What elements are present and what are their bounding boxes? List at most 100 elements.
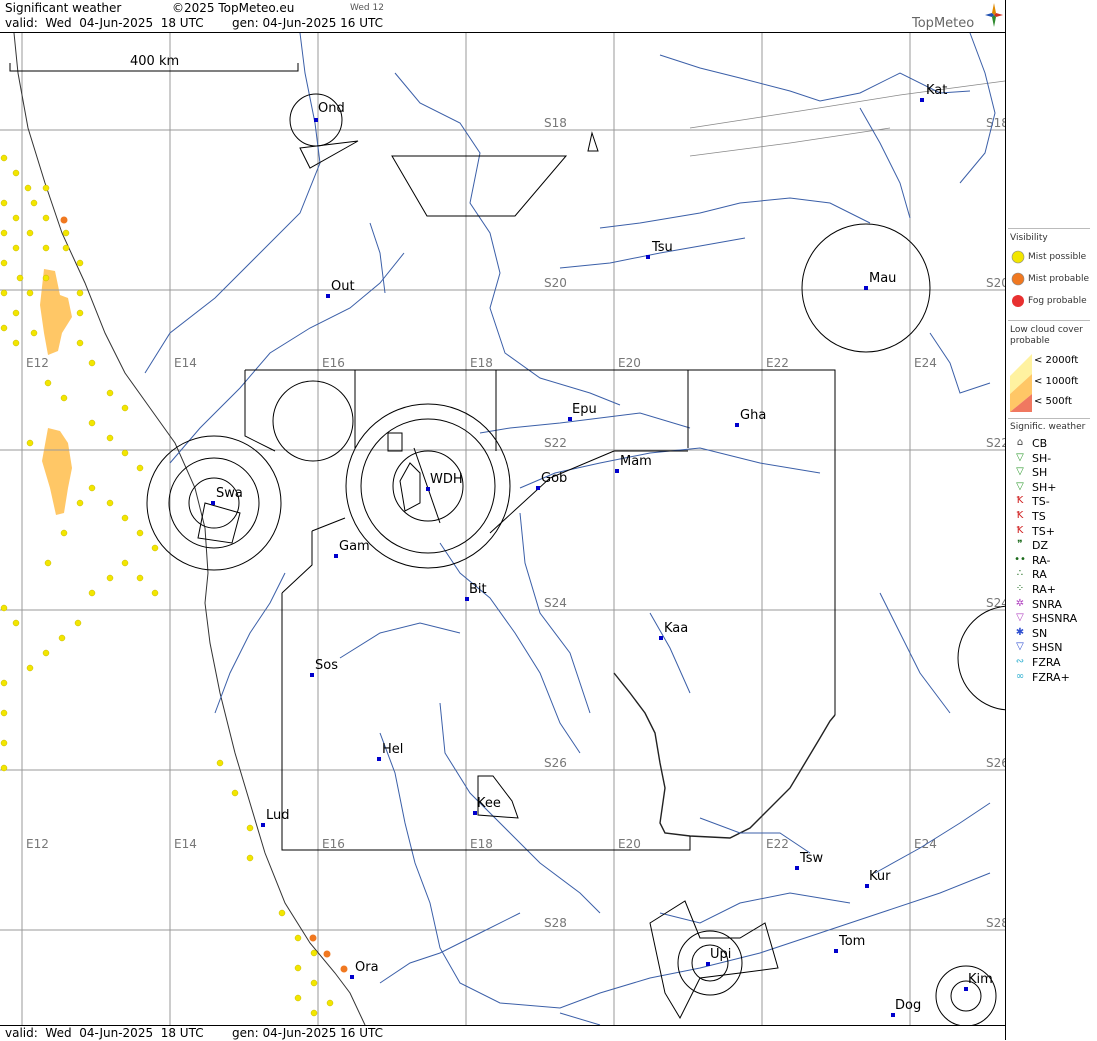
compass-logo-icon (985, 3, 1003, 27)
legend-weather-label: SHSN (1032, 641, 1063, 655)
longitude-labels: E12 E14 E16 E18 E20 E22 E24 E12 E14 E16 … (26, 356, 937, 851)
lat-lon-grid (0, 33, 1005, 1025)
lat-label: S20 (986, 276, 1005, 290)
thunderstorm-light-icon: Ꝁ (1016, 495, 1024, 507)
place-label: Upi (710, 947, 731, 962)
place-tsu[interactable]: Tsu (646, 240, 673, 259)
drizzle-icon: ❞ (1017, 539, 1023, 551)
low-cloud-gradient-icon (1010, 354, 1032, 412)
legend-weather-label: RA (1032, 568, 1047, 582)
snow-shower-icon: ▽ (1016, 641, 1024, 653)
place-hel[interactable]: Hel (377, 742, 403, 761)
lon-label: E16 (322, 356, 345, 370)
country-border (613, 672, 836, 839)
place-marker-icon (473, 811, 477, 815)
place-marker-icon (646, 255, 650, 259)
lon-label: E24 (914, 356, 937, 370)
chart-title: Significant weather (5, 1, 122, 15)
legend-weather-label: FZRA (1032, 656, 1061, 669)
valid-time: valid: Wed 04-Jun-2025 18 UTC (5, 16, 204, 30)
place-mam[interactable]: Mam (615, 454, 652, 473)
legend-cloud-1000: < 1000ft (1034, 376, 1079, 387)
mist-possible-icon (1011, 250, 1025, 264)
place-bit[interactable]: Bit (465, 582, 487, 601)
lat-label: S26 (986, 756, 1005, 770)
legend-cloud-2000: < 2000ft (1034, 355, 1079, 366)
place-gam[interactable]: Gam (334, 539, 370, 558)
place-label: Gam (339, 539, 370, 554)
place-label: Kat (926, 83, 947, 98)
place-marker-icon (659, 636, 663, 640)
scale-bar: 400 km (9, 54, 299, 72)
legend-weather-label: RA- (1032, 553, 1051, 567)
place-label: Kur (869, 869, 891, 884)
place-marker-icon (706, 962, 710, 966)
place-swa[interactable]: Swa (211, 486, 243, 505)
shower-heavy-icon: ▽ (1016, 480, 1024, 492)
place-marker-icon (568, 417, 572, 421)
lon-label: E14 (174, 356, 197, 370)
place-marker-icon (314, 118, 318, 122)
place-lud[interactable]: Lud (261, 808, 290, 827)
scale-label: 400 km (130, 54, 179, 69)
place-label: Epu (572, 402, 597, 417)
weather-map[interactable]: E12 E14 E16 E18 E20 E22 E24 E12 E14 E16 … (0, 33, 1005, 1025)
brand-name: TopMeteo (912, 16, 975, 31)
lon-label: E20 (618, 837, 641, 851)
place-epu[interactable]: Epu (568, 402, 597, 421)
footer-generated-time: gen: 04-Jun-2025 16 UTC (232, 1026, 384, 1040)
place-dog[interactable]: Dog (891, 998, 921, 1017)
fog-probable-icon (1012, 295, 1024, 307)
place-label: Mam (620, 454, 652, 469)
place-sos[interactable]: Sos (310, 658, 338, 677)
place-ora[interactable]: Ora (350, 960, 379, 979)
place-label: Tsu (651, 240, 673, 255)
place-label: Lud (266, 808, 290, 823)
place-mau[interactable]: Mau (864, 271, 896, 290)
place-tom[interactable]: Tom (834, 934, 865, 953)
place-out[interactable]: Out (326, 279, 355, 298)
place-marker-icon (211, 501, 215, 505)
place-label: Swa (216, 486, 243, 501)
place-tsw[interactable]: Tsw (795, 851, 824, 870)
place-kee[interactable]: Kee (473, 796, 501, 815)
legend-weather-label: SH+ (1032, 480, 1057, 494)
place-label: Tom (838, 934, 865, 949)
terminal-rings (146, 93, 1005, 1025)
lat-label: S28 (544, 916, 567, 930)
legend-weather-label: CB (1032, 437, 1048, 450)
day-tab[interactable]: Wed 12 (350, 3, 384, 13)
lon-label: E20 (618, 356, 641, 370)
legend-fog-probable: Fog probable (1028, 296, 1087, 306)
place-kat[interactable]: Kat (920, 83, 947, 102)
lon-label: E14 (174, 837, 197, 851)
lat-label: S28 (986, 916, 1005, 930)
place-marker-icon (334, 554, 338, 558)
place-marker-icon (865, 884, 869, 888)
lat-label: S26 (544, 756, 567, 770)
place-marker-icon (465, 597, 469, 601)
place-label: Gha (740, 408, 766, 423)
legend-weather-label: RA+ (1032, 583, 1056, 596)
lon-label: E16 (322, 837, 345, 851)
place-marker-icon (615, 469, 619, 473)
place-ond[interactable]: Ond (314, 101, 345, 122)
cb-icon: ⌂ (1016, 437, 1024, 448)
place-kur[interactable]: Kur (865, 869, 891, 888)
airspace-outlines (197, 131, 836, 1020)
sleet-shower-icon: ▽ (1016, 612, 1024, 624)
place-marker-icon (735, 423, 739, 427)
lat-label: S20 (544, 276, 567, 290)
place-label: Tsw (799, 851, 824, 866)
place-label: Bit (469, 582, 487, 597)
lat-label: S24 (544, 596, 567, 610)
legend-mist-probable: Mist probable (1028, 274, 1090, 284)
place-label: Ond (318, 101, 345, 116)
shower-light-icon: ▽ (1016, 451, 1024, 463)
rivers (144, 33, 996, 1025)
place-marker-icon (795, 866, 799, 870)
place-label: Kaa (664, 621, 688, 636)
place-marker-icon (377, 757, 381, 761)
place-label: Gob (541, 471, 567, 486)
place-wdh[interactable]: WDH (426, 472, 463, 491)
